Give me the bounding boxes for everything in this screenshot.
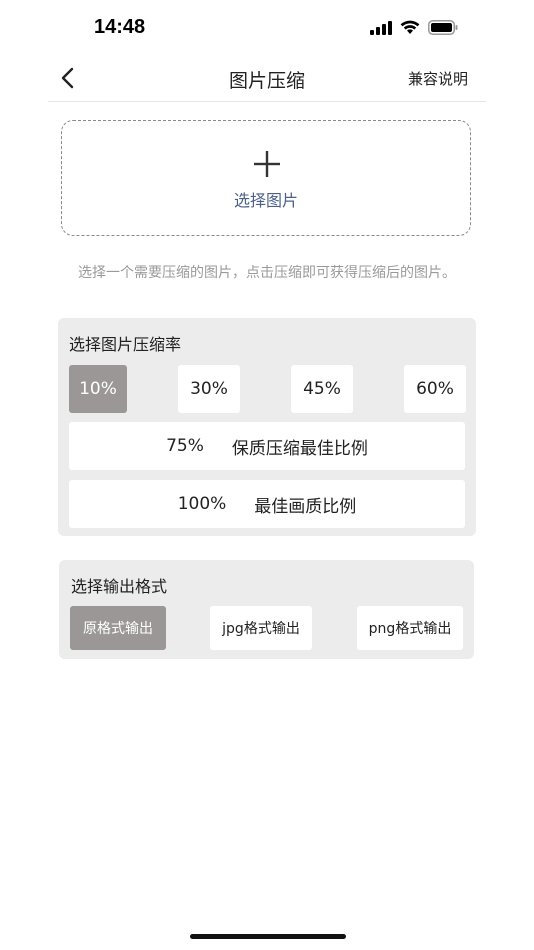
status-icons bbox=[370, 20, 458, 35]
status-time: 14:48 bbox=[94, 16, 146, 38]
rate-option-30[interactable]: 30% bbox=[178, 365, 240, 413]
format-option-original[interactable]: 原格式输出 bbox=[70, 606, 166, 650]
output-format-title: 选择输出格式 bbox=[71, 577, 168, 596]
select-image-label: 选择图片 bbox=[233, 191, 298, 210]
wifi-icon bbox=[400, 20, 420, 34]
signal-icon bbox=[370, 20, 392, 35]
nav-divider bbox=[48, 101, 486, 102]
rate-option-100-value: 100% bbox=[177, 494, 227, 514]
nav-bar: 图片压缩 兼容说明 bbox=[0, 56, 534, 102]
plus-icon bbox=[254, 151, 280, 177]
battery-icon bbox=[428, 20, 458, 35]
compression-rate-panel: 选择图片压缩率 10% 30% 45% 60% 75% 保质压缩最佳比例 100… bbox=[58, 318, 476, 536]
rate-option-45[interactable]: 45% bbox=[291, 365, 353, 413]
rate-option-100[interactable]: 100% 最佳画质比例 bbox=[69, 480, 465, 528]
format-option-png[interactable]: png格式输出 bbox=[357, 606, 463, 650]
select-image-area[interactable]: 选择图片 bbox=[61, 120, 471, 236]
rate-option-75-desc: 保质压缩最佳比例 bbox=[231, 438, 368, 459]
output-format-panel: 选择输出格式 原格式输出 jpg格式输出 png格式输出 bbox=[59, 560, 474, 659]
screen: 14:48 图片压缩 兼容说明 选择图片 选择一个需要压缩的图片，点击压缩即可获… bbox=[0, 0, 534, 950]
rate-option-75-value: 75% bbox=[166, 436, 204, 456]
format-option-jpg[interactable]: jpg格式输出 bbox=[210, 606, 312, 650]
rate-option-100-desc: 最佳画质比例 bbox=[254, 496, 357, 517]
compression-rate-title: 选择图片压缩率 bbox=[69, 335, 182, 354]
hint-text: 选择一个需要压缩的图片，点击压缩即可获得压缩后的图片。 bbox=[78, 265, 456, 281]
home-indicator bbox=[190, 934, 346, 939]
rate-option-60[interactable]: 60% bbox=[404, 365, 466, 413]
rate-option-10[interactable]: 10% bbox=[69, 365, 127, 413]
compatibility-info-button[interactable]: 兼容说明 bbox=[408, 68, 468, 89]
rate-option-75[interactable]: 75% 保质压缩最佳比例 bbox=[69, 422, 465, 470]
